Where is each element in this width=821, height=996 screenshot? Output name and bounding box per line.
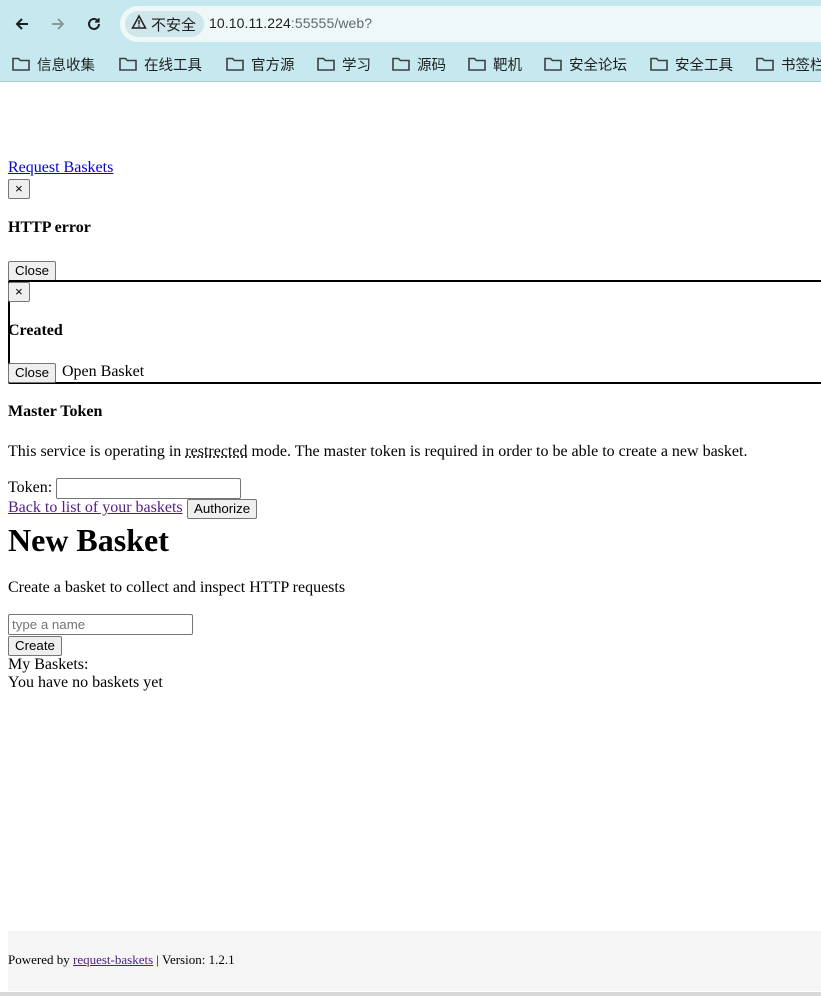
- footer-version: | Version: 1.2.1: [153, 952, 234, 967]
- back-arrow-icon[interactable]: [10, 12, 34, 36]
- url-host: 10.10.11.224: [209, 15, 291, 31]
- browser-toolbar: 不安全 10.10.11.224:55555/web?: [0, 0, 821, 48]
- brand-link[interactable]: Request Baskets: [8, 159, 113, 177]
- bookmark-folder[interactable]: 安全工具: [650, 52, 733, 76]
- error-dialog-title: HTTP error: [8, 219, 91, 237]
- bookmark-folder[interactable]: 书签栏: [756, 52, 821, 76]
- address-bar[interactable]: 不安全 10.10.11.224:55555/web?: [120, 6, 821, 42]
- back-to-baskets-link[interactable]: Back to list of your baskets: [8, 499, 183, 517]
- token-label: Token:: [8, 479, 52, 497]
- security-label: 不安全: [151, 14, 196, 35]
- url-path: :55555/web?: [291, 15, 372, 31]
- no-baskets-text: You have no baskets yet: [8, 674, 163, 692]
- bookmark-label: 信息收集: [37, 54, 95, 75]
- folder-icon: [392, 57, 410, 71]
- bookmark-label: 安全工具: [675, 54, 733, 75]
- security-chip[interactable]: 不安全: [125, 11, 204, 37]
- page-title: New Basket: [8, 522, 169, 559]
- basket-name-input[interactable]: [8, 614, 193, 635]
- folder-icon: [544, 57, 562, 71]
- warning-triangle-icon: [131, 14, 147, 34]
- bookmark-label: 官方源: [251, 54, 295, 75]
- error-dialog-close-button[interactable]: Close: [8, 261, 56, 281]
- forward-arrow-icon[interactable]: [46, 12, 70, 36]
- create-button[interactable]: Create: [8, 636, 62, 656]
- bookmark-folder[interactable]: 靶机: [468, 52, 522, 76]
- bookmark-label: 安全论坛: [569, 54, 627, 75]
- folder-icon: [226, 57, 244, 71]
- bookmark-folder[interactable]: 学习: [317, 52, 371, 76]
- folder-icon: [468, 57, 486, 71]
- bookmark-folder[interactable]: 在线工具: [119, 52, 202, 76]
- folder-icon: [317, 57, 335, 71]
- bookmark-label: 在线工具: [144, 54, 202, 75]
- footer-powered-by: Powered by: [8, 952, 73, 967]
- bookmark-label: 靶机: [493, 54, 522, 75]
- folder-icon: [756, 57, 774, 71]
- created-dialog: × Created Close Open Basket: [8, 280, 821, 384]
- created-dialog-close-button[interactable]: Close: [8, 363, 56, 383]
- bookmarks-bar: 信息收集 在线工具 官方源 学习 源码 靶机 安全论坛 安全工具 书签栏: [0, 48, 821, 82]
- bookmark-label: 学习: [342, 54, 371, 75]
- bookmark-folder[interactable]: 信息收集: [12, 52, 95, 76]
- url-text[interactable]: 10.10.11.224:55555/web?: [209, 15, 372, 31]
- authorize-button[interactable]: Authorize: [187, 499, 257, 519]
- page-subtitle: Create a basket to collect and inspect H…: [8, 579, 345, 597]
- folder-icon: [119, 57, 137, 71]
- bookmark-folder[interactable]: 安全论坛: [544, 52, 627, 76]
- footer: Powered by request-baskets | Version: 1.…: [8, 931, 821, 991]
- bookmark-folder[interactable]: 官方源: [226, 52, 295, 76]
- master-token-description: This service is operating in restrected …: [8, 443, 747, 461]
- folder-icon: [12, 57, 30, 71]
- master-token-title: Master Token: [8, 403, 102, 421]
- folder-icon: [650, 57, 668, 71]
- bookmark-folder[interactable]: 源码: [392, 52, 446, 76]
- request-baskets-link[interactable]: request-baskets: [73, 952, 153, 967]
- page-content: Request Baskets × HTTP error Close × Cre…: [0, 82, 821, 996]
- created-dialog-title: Created: [8, 322, 63, 340]
- token-input[interactable]: [56, 478, 241, 499]
- open-basket-button[interactable]: Open Basket: [62, 363, 144, 381]
- reload-icon[interactable]: [82, 12, 106, 36]
- restricted-abbr: restrected: [185, 443, 247, 460]
- bookmark-label: 源码: [417, 54, 446, 75]
- created-dialog-close-x-button[interactable]: ×: [8, 282, 30, 302]
- description-text: mode. The master token is required in or…: [247, 443, 747, 460]
- description-text: This service is operating in: [8, 443, 185, 460]
- error-dialog-close-x-button[interactable]: ×: [8, 179, 30, 199]
- bookmark-label: 书签栏: [781, 54, 821, 75]
- my-baskets-label: My Baskets:: [8, 656, 88, 674]
- horizontal-scrollbar[interactable]: [0, 992, 821, 996]
